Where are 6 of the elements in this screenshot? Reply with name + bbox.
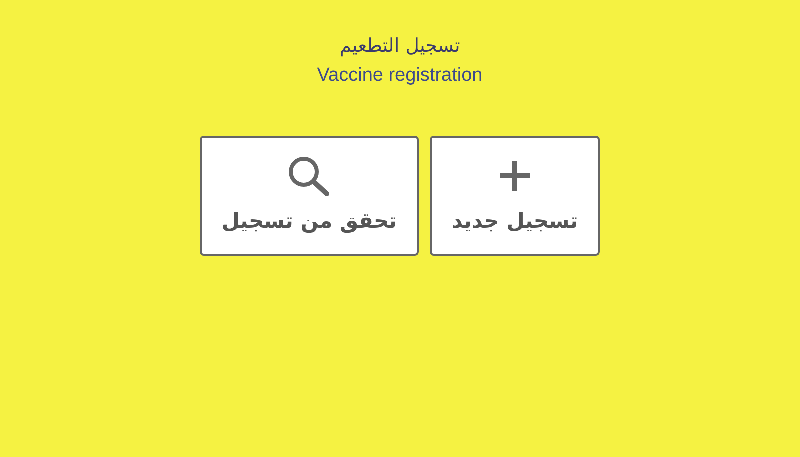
- page-title: تسجيل التطعيم: [340, 34, 460, 59]
- plus-icon: [498, 159, 532, 194]
- search-icon: [287, 155, 332, 198]
- new-registration-button[interactable]: تسجيل جديد: [430, 136, 600, 256]
- page-subtitle: Vaccine registration: [317, 64, 483, 88]
- check-registration-button[interactable]: تحقق من تسجيل: [200, 136, 419, 256]
